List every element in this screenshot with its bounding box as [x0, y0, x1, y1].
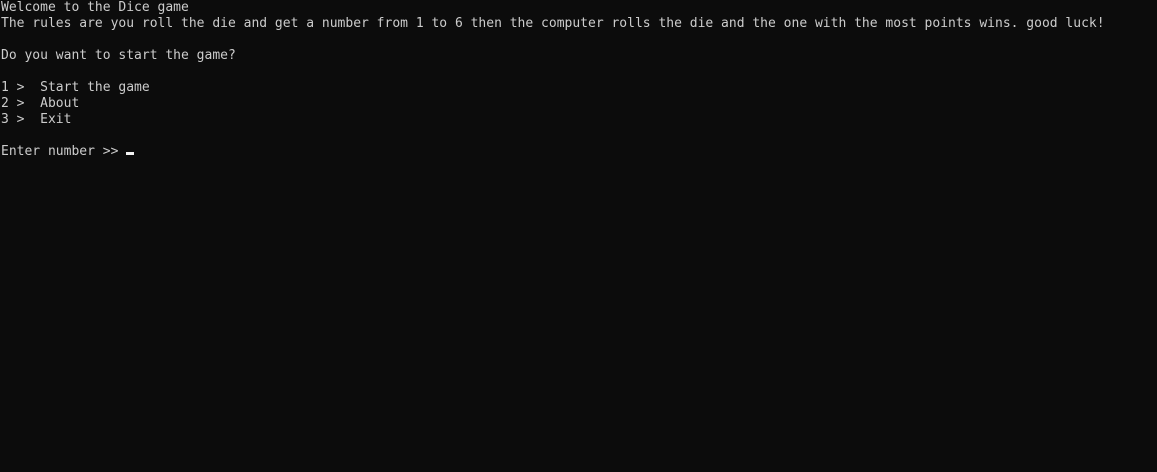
menu-option-separator: >	[8, 96, 41, 111]
menu-option-label: About	[40, 96, 80, 111]
menu-option-exit: 3 > Exit	[1, 112, 1157, 128]
menu-option-number: 1	[1, 80, 9, 95]
welcome-text: Welcome to the Dice game	[1, 0, 189, 15]
menu-option-separator: >	[8, 112, 41, 127]
input-prompt: Enter number >>	[1, 144, 127, 159]
start-question: Do you want to start the game?	[1, 48, 236, 63]
menu-option-start: 1 > Start the game	[1, 80, 1157, 96]
menu-option-number: 2	[1, 96, 9, 111]
menu-option-separator: >	[8, 80, 41, 95]
menu-option-label: Exit	[40, 112, 72, 127]
rules-text: The rules are you roll the die and get a…	[1, 16, 1105, 31]
text-cursor	[126, 152, 135, 155]
menu-option-label: Start the game	[40, 80, 150, 95]
menu-option-about: 2 > About	[1, 96, 1157, 112]
input-prompt-line[interactable]: Enter number >>	[1, 144, 1157, 160]
menu-option-number: 3	[1, 112, 9, 127]
console-window[interactable]: Welcome to the Dice game The rules are y…	[0, 0, 1157, 472]
